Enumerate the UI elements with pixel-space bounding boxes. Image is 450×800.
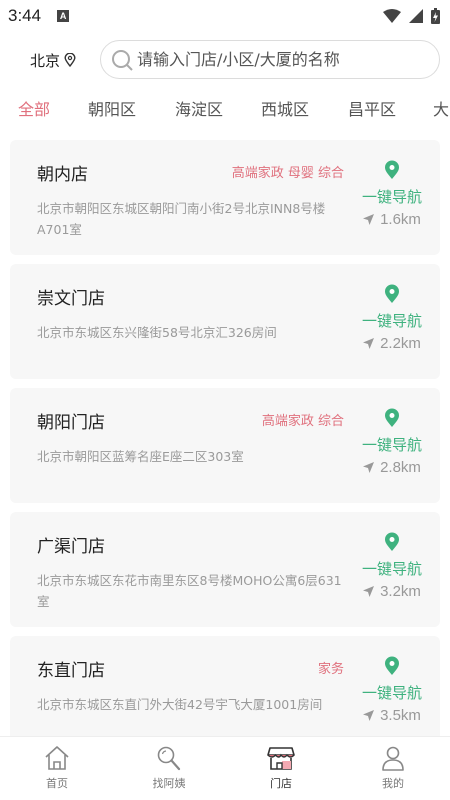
tab-partial[interactable]: 大 (433, 96, 449, 120)
map-pin-icon (385, 284, 399, 303)
navigate-button[interactable]: 一键导航 2.2km (344, 284, 440, 364)
store-tags: 高端家政 综合 (261, 414, 344, 429)
store-address: 北京市朝阳区蓝筹名座E座二区303室 (37, 449, 244, 464)
tab-haidian[interactable]: 海淀区 (175, 96, 223, 120)
navigate-label: 一键导航 (361, 684, 422, 702)
direction-arrow-icon (363, 462, 375, 473)
navigate-label: 一键导航 (361, 188, 422, 206)
navigate-label: 一键导航 (361, 436, 422, 454)
store-name: 崇文门店 (37, 289, 105, 309)
signal-icon (409, 9, 423, 23)
search-input[interactable] (137, 50, 427, 69)
nav-find-helper-label: 找阿姨 (152, 777, 186, 790)
nav-home[interactable]: 首页 (17, 745, 97, 791)
distance: 3.5km (344, 707, 440, 724)
store-card[interactable]: 东直门店 家务 北京市东城区东直门外大街42号宇飞大厦1001房间 一键导航 3… (10, 636, 440, 736)
district-tabs: 全部 朝阳区 海淀区 西城区 昌平区 大 (0, 92, 450, 122)
magnifier-icon (157, 746, 181, 771)
bottom-nav: 首页 找阿姨 门店 我的 (0, 736, 450, 800)
notification-badge-icon: A (57, 10, 70, 22)
distance-value: 2.8km (380, 459, 421, 476)
distance: 2.8km (344, 459, 440, 476)
store-card[interactable]: 崇文门店 北京市东城区东兴隆街58号北京汇326房间 一键导航 2.2km (10, 264, 440, 379)
tab-chaoyang[interactable]: 朝阳区 (88, 96, 136, 120)
location-pin-icon (64, 53, 76, 67)
distance: 1.6km (344, 211, 440, 228)
store-tags: 家务 (317, 662, 344, 677)
map-pin-icon (385, 160, 399, 179)
nav-home-label: 首页 (46, 777, 68, 790)
store-card[interactable]: 广渠门店 北京市东城区东花市南里东区8号楼MOHO公寓6层631室 一键导航 3… (10, 512, 440, 627)
tab-all[interactable]: 全部 (18, 96, 50, 120)
battery-icon (431, 8, 440, 24)
direction-arrow-icon (363, 214, 375, 225)
navigate-button[interactable]: 一键导航 3.5km (344, 656, 440, 736)
distance: 3.2km (344, 583, 440, 600)
store-name: 朝阳门店 (37, 413, 105, 433)
search-icon (112, 49, 133, 71)
distance-value: 2.2km (380, 335, 421, 352)
nav-stores-label: 门店 (270, 777, 292, 790)
nav-stores[interactable]: 门店 (241, 745, 321, 791)
nav-profile[interactable]: 我的 (353, 745, 433, 791)
store-card[interactable]: 朝阳门店 高端家政 综合 北京市朝阳区蓝筹名座E座二区303室 一键导航 2.8… (10, 388, 440, 503)
search-box[interactable] (100, 40, 440, 79)
map-pin-icon (385, 656, 399, 675)
distance-value: 3.5km (380, 707, 421, 724)
wifi-icon (383, 9, 401, 23)
distance: 2.2km (344, 335, 440, 352)
store-address: 北京市东城区东花市南里东区8号楼MOHO公寓6层631室 (37, 573, 342, 609)
distance-value: 1.6km (380, 211, 421, 228)
navigate-button[interactable]: 一键导航 2.8km (344, 408, 440, 488)
store-card[interactable]: 朝内店 高端家政 母婴 综合 北京市朝阳区东城区朝阳门南小街2号北京INN8号楼… (10, 140, 440, 255)
navigate-label: 一键导航 (361, 312, 422, 330)
store-name: 广渠门店 (37, 537, 105, 557)
direction-arrow-icon (363, 338, 375, 349)
map-pin-icon (385, 532, 399, 551)
status-icons (383, 8, 440, 24)
city-label: 北京 (30, 51, 61, 70)
app-screen: 3:44 A 北京 全部 朝阳区 海淀区 西城区 昌平区 大 朝内店 高端家政 … (0, 0, 450, 800)
navigate-button[interactable]: 一键导航 1.6km (344, 160, 440, 240)
home-icon (45, 746, 69, 770)
tab-changping[interactable]: 昌平区 (348, 96, 396, 120)
store-address: 北京市东城区东直门外大街42号宇飞大厦1001房间 (37, 697, 323, 712)
store-list: 朝内店 高端家政 母婴 综合 北京市朝阳区东城区朝阳门南小街2号北京INN8号楼… (0, 128, 450, 736)
status-time: 3:44 (8, 6, 42, 25)
distance-value: 3.2km (380, 583, 421, 600)
search-row: 北京 (0, 40, 450, 80)
store-name: 东直门店 (37, 661, 105, 681)
navigate-label: 一键导航 (361, 560, 422, 578)
nav-profile-label: 我的 (382, 777, 404, 790)
city-selector[interactable]: 北京 (30, 50, 76, 71)
store-name: 朝内店 (37, 165, 88, 185)
store-address: 北京市朝阳区东城区朝阳门南小街2号北京INN8号楼A701室 (37, 201, 326, 237)
direction-arrow-icon (363, 710, 375, 721)
map-pin-icon (385, 408, 399, 427)
nav-find-helper[interactable]: 找阿姨 (129, 745, 209, 791)
tab-xicheng[interactable]: 西城区 (261, 96, 309, 120)
user-icon (382, 746, 404, 771)
store-tags: 高端家政 母婴 综合 (231, 166, 344, 181)
store-address: 北京市东城区东兴隆街58号北京汇326房间 (37, 325, 277, 340)
status-bar: 3:44 A (0, 0, 450, 32)
direction-arrow-icon (363, 586, 375, 597)
navigate-button[interactable]: 一键导航 3.2km (344, 532, 440, 612)
store-icon (267, 747, 295, 770)
